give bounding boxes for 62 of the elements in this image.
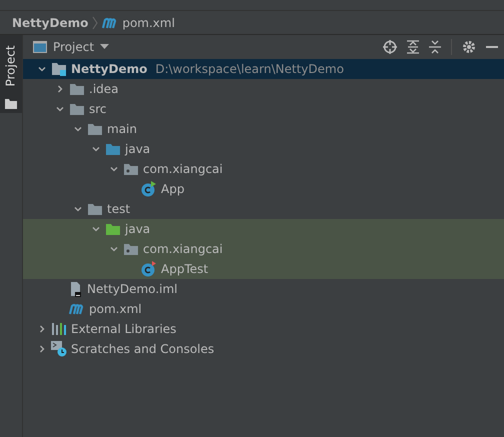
folder-icon [69, 82, 85, 96]
tree-label: main [107, 122, 137, 136]
view-selector[interactable]: Project [53, 40, 110, 54]
locate-icon[interactable] [383, 40, 397, 54]
tree-label: External Libraries [71, 322, 176, 336]
tree-label: java [125, 142, 150, 156]
libraries-icon [51, 322, 67, 336]
tree-row[interactable]: AppTest [23, 259, 504, 279]
tree-row[interactable]: test [23, 199, 504, 219]
class-icon [141, 181, 157, 197]
folder-icon [69, 102, 85, 116]
class-icon [141, 261, 157, 277]
tree-label: Scratches and Consoles [71, 342, 214, 356]
tree-row[interactable]: Scratches and Consoles [23, 339, 504, 359]
tree-label: com.xiangcai [143, 162, 223, 176]
tree-row[interactable]: NettyDemo.iml [23, 279, 504, 299]
tree-row[interactable]: java [23, 139, 504, 159]
folder-icon [87, 122, 103, 136]
package-folder-icon [123, 162, 139, 176]
tree-label: App [161, 182, 184, 196]
folder-icon [5, 99, 17, 109]
tree-row[interactable]: main [23, 119, 504, 139]
module-folder-icon [51, 62, 67, 76]
folder-icon [105, 222, 121, 236]
chevron-down-icon[interactable] [37, 64, 47, 74]
window-icon [33, 41, 47, 53]
package-folder-icon [123, 242, 139, 256]
folder-icon [87, 202, 103, 216]
tree-row[interactable]: App [23, 179, 504, 199]
module-path: D:\workspace\learn\NettyDemo [155, 62, 344, 76]
tree-row[interactable]: .idea [23, 79, 504, 99]
folder-icon [105, 142, 121, 156]
tree-label: com.xiangcai [143, 242, 223, 256]
separator-icon [92, 16, 98, 30]
breadcrumb-item[interactable]: pom.xml [122, 16, 175, 30]
tree-label: NettyDemo [71, 62, 148, 76]
tree-row[interactable]: NettyDemo D:\workspace\learn\NettyDemo [23, 59, 504, 79]
expand-all-icon[interactable] [407, 40, 419, 54]
tree-row[interactable]: java [23, 219, 504, 239]
tree-label: src [89, 102, 107, 116]
project-side-tab[interactable]: Project [0, 35, 22, 113]
tree-label: test [107, 202, 130, 216]
breadcrumb-item[interactable]: NettyDemo [12, 16, 88, 30]
tree-label: java [125, 222, 150, 236]
tree-row[interactable]: External Libraries [23, 319, 504, 339]
scratches-icon [51, 341, 67, 357]
tree-row[interactable]: pom.xml [23, 299, 504, 319]
tree-label: NettyDemo.iml [87, 282, 178, 296]
tree-label: .idea [89, 82, 119, 96]
collapse-all-icon[interactable] [429, 40, 441, 54]
tree-row[interactable]: src [23, 99, 504, 119]
caret-icon [100, 44, 110, 50]
minimize-icon[interactable] [486, 45, 498, 49]
maven-icon [69, 303, 85, 315]
tree-label: pom.xml [89, 302, 142, 316]
settings-icon[interactable] [462, 40, 476, 54]
tree-row[interactable]: com.xiangcai [23, 159, 504, 179]
tree-row[interactable]: com.xiangcai [23, 239, 504, 259]
file-icon [69, 281, 83, 297]
maven-icon [102, 16, 118, 28]
chevron-right-icon[interactable] [55, 84, 65, 94]
tree-label: AppTest [161, 262, 208, 276]
